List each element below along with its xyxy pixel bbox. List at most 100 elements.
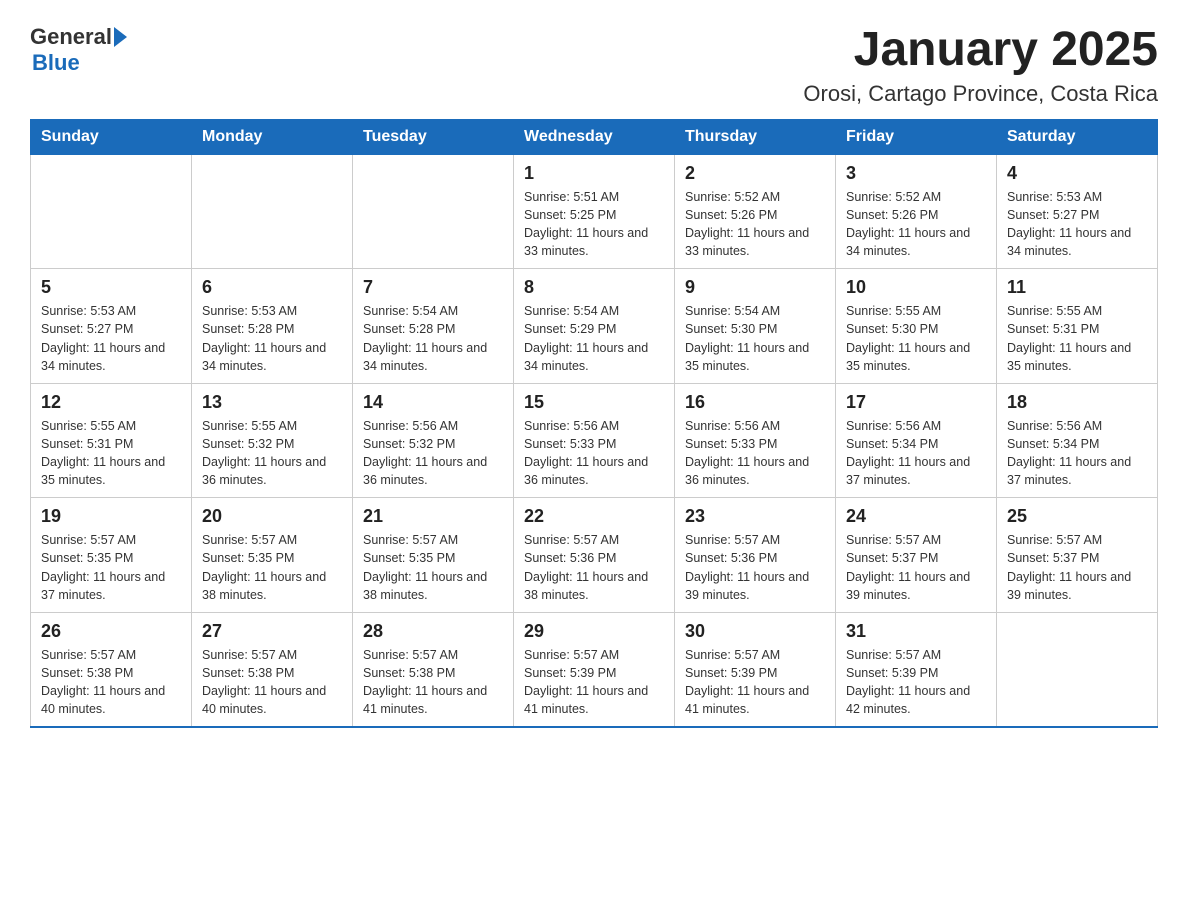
day-info: Sunrise: 5:56 AMSunset: 5:33 PMDaylight:… [685,417,825,490]
day-number: 7 [363,277,503,298]
week-row-5: 26Sunrise: 5:57 AMSunset: 5:38 PMDayligh… [31,612,1158,727]
day-info: Sunrise: 5:57 AMSunset: 5:35 PMDaylight:… [363,531,503,604]
day-info: Sunrise: 5:54 AMSunset: 5:29 PMDaylight:… [524,302,664,375]
day-number: 12 [41,392,181,413]
day-info: Sunrise: 5:55 AMSunset: 5:32 PMDaylight:… [202,417,342,490]
day-info: Sunrise: 5:57 AMSunset: 5:36 PMDaylight:… [685,531,825,604]
day-info: Sunrise: 5:56 AMSunset: 5:33 PMDaylight:… [524,417,664,490]
calendar-cell-w3-d3: 14 Sunrise: 5:56 AMSunset: 5:32 PMDayligh… [353,383,514,498]
calendar-cell-w4-d6: 24 Sunrise: 5:57 AMSunset: 5:37 PMDayligh… [836,498,997,613]
day-info: Sunrise: 5:57 AMSunset: 5:38 PMDaylight:… [202,646,342,719]
day-number: 21 [363,506,503,527]
week-row-1: 1 Sunrise: 5:51 AMSunset: 5:25 PMDaylight… [31,154,1158,269]
calendar-table: SundayMondayTuesdayWednesdayThursdayFrid… [30,119,1158,729]
calendar-cell-w5-d5: 30 Sunrise: 5:57 AMSunset: 5:39 PMDayligh… [675,612,836,727]
day-number: 31 [846,621,986,642]
calendar-cell-w3-d1: 12Sunrise: 5:55 AMSunset: 5:31 PMDayligh… [31,383,192,498]
day-info: Sunrise: 5:52 AMSunset: 5:26 PMDaylight:… [685,188,825,261]
main-title: January 2025 [803,24,1158,77]
day-number: 23 [685,506,825,527]
calendar-cell-w2-d5: 9 Sunrise: 5:54 AMSunset: 5:30 PMDaylight… [675,269,836,384]
day-info: Sunrise: 5:53 AMSunset: 5:28 PMDaylight:… [202,302,342,375]
day-number: 13 [202,392,342,413]
logo-arrow-icon [114,27,127,47]
day-info: Sunrise: 5:52 AMSunset: 5:26 PMDaylight:… [846,188,986,261]
day-info: Sunrise: 5:51 AMSunset: 5:25 PMDaylight:… [524,188,664,261]
day-info: Sunrise: 5:57 AMSunset: 5:37 PMDaylight:… [1007,531,1147,604]
day-number: 4 [1007,163,1147,184]
day-number: 29 [524,621,664,642]
calendar-cell-w2-d6: 10 Sunrise: 5:55 AMSunset: 5:30 PMDayligh… [836,269,997,384]
days-of-week-row: SundayMondayTuesdayWednesdayThursdayFrid… [31,119,1158,154]
calendar-cell-w2-d2: 6Sunrise: 5:53 AMSunset: 5:28 PMDaylight… [192,269,353,384]
calendar-cell-w4-d7: 25 Sunrise: 5:57 AMSunset: 5:37 PMDayligh… [997,498,1158,613]
calendar-cell-w3-d6: 17 Sunrise: 5:56 AMSunset: 5:34 PMDayligh… [836,383,997,498]
day-info: Sunrise: 5:54 AMSunset: 5:28 PMDaylight:… [363,302,503,375]
week-row-2: 5 Sunrise: 5:53 AMSunset: 5:27 PMDaylight… [31,269,1158,384]
calendar-cell-w4-d4: 22 Sunrise: 5:57 AMSunset: 5:36 PMDayligh… [514,498,675,613]
day-info: Sunrise: 5:57 AMSunset: 5:38 PMDaylight:… [41,646,181,719]
day-info: Sunrise: 5:57 AMSunset: 5:35 PMDaylight:… [202,531,342,604]
day-info: Sunrise: 5:57 AMSunset: 5:39 PMDaylight:… [685,646,825,719]
day-info: Sunrise: 5:57 AMSunset: 5:39 PMDaylight:… [846,646,986,719]
day-number: 20 [202,506,342,527]
day-info: Sunrise: 5:54 AMSunset: 5:30 PMDaylight:… [685,302,825,375]
day-number: 15 [524,392,664,413]
calendar-cell-w1-d5: 2 Sunrise: 5:52 AMSunset: 5:26 PMDaylight… [675,154,836,269]
calendar-cell-w5-d1: 26Sunrise: 5:57 AMSunset: 5:38 PMDayligh… [31,612,192,727]
day-number: 10 [846,277,986,298]
calendar-cell-w4-d2: 20 Sunrise: 5:57 AMSunset: 5:35 PMDayligh… [192,498,353,613]
calendar-cell-w5-d7 [997,612,1158,727]
day-info: Sunrise: 5:57 AMSunset: 5:37 PMDaylight:… [846,531,986,604]
day-number: 8 [524,277,664,298]
day-info: Sunrise: 5:56 AMSunset: 5:32 PMDaylight:… [363,417,503,490]
calendar-cell-w4-d1: 19Sunrise: 5:57 AMSunset: 5:35 PMDayligh… [31,498,192,613]
day-number: 24 [846,506,986,527]
header-tuesday: Tuesday [353,119,514,154]
day-info: Sunrise: 5:56 AMSunset: 5:34 PMDaylight:… [846,417,986,490]
calendar-cell-w5-d4: 29 Sunrise: 5:57 AMSunset: 5:39 PMDayligh… [514,612,675,727]
calendar-cell-w1-d3 [353,154,514,269]
calendar-cell-w5-d6: 31 Sunrise: 5:57 AMSunset: 5:39 PMDayligh… [836,612,997,727]
calendar-header: SundayMondayTuesdayWednesdayThursdayFrid… [31,119,1158,154]
calendar-cell-w1-d7: 4Sunrise: 5:53 AMSunset: 5:27 PMDaylight… [997,154,1158,269]
logo: General Blue [30,24,127,76]
calendar-cell-w2-d7: 11Sunrise: 5:55 AMSunset: 5:31 PMDayligh… [997,269,1158,384]
calendar-cell-w2-d4: 8 Sunrise: 5:54 AMSunset: 5:29 PMDaylight… [514,269,675,384]
day-info: Sunrise: 5:57 AMSunset: 5:39 PMDaylight:… [524,646,664,719]
day-number: 14 [363,392,503,413]
day-number: 30 [685,621,825,642]
calendar-cell-w4-d5: 23 Sunrise: 5:57 AMSunset: 5:36 PMDayligh… [675,498,836,613]
day-number: 16 [685,392,825,413]
day-number: 1 [524,163,664,184]
calendar-cell-w3-d2: 13 Sunrise: 5:55 AMSunset: 5:32 PMDayligh… [192,383,353,498]
day-number: 18 [1007,392,1147,413]
day-number: 2 [685,163,825,184]
calendar-cell-w1-d2 [192,154,353,269]
logo-general-text: General [30,24,112,50]
day-info: Sunrise: 5:57 AMSunset: 5:36 PMDaylight:… [524,531,664,604]
calendar-cell-w3-d5: 16 Sunrise: 5:56 AMSunset: 5:33 PMDayligh… [675,383,836,498]
day-info: Sunrise: 5:55 AMSunset: 5:30 PMDaylight:… [846,302,986,375]
calendar-cell-w1-d6: 3Sunrise: 5:52 AMSunset: 5:26 PMDaylight… [836,154,997,269]
day-number: 22 [524,506,664,527]
day-number: 17 [846,392,986,413]
title-block: January 2025 Orosi, Cartago Province, Co… [803,24,1158,107]
calendar-cell-w3-d7: 18Sunrise: 5:56 AMSunset: 5:34 PMDayligh… [997,383,1158,498]
day-number: 19 [41,506,181,527]
calendar-cell-w1-d1 [31,154,192,269]
header-saturday: Saturday [997,119,1158,154]
calendar-cell-w5-d3: 28Sunrise: 5:57 AMSunset: 5:38 PMDayligh… [353,612,514,727]
header-monday: Monday [192,119,353,154]
day-number: 5 [41,277,181,298]
day-info: Sunrise: 5:53 AMSunset: 5:27 PMDaylight:… [41,302,181,375]
calendar-cell-w2-d1: 5 Sunrise: 5:53 AMSunset: 5:27 PMDaylight… [31,269,192,384]
day-number: 25 [1007,506,1147,527]
calendar-cell-w3-d4: 15 Sunrise: 5:56 AMSunset: 5:33 PMDayligh… [514,383,675,498]
week-row-4: 19 Sunrise: 5:57 AMSunset: 5:35 PMDayligh… [31,498,1158,613]
day-number: 9 [685,277,825,298]
day-number: 11 [1007,277,1147,298]
day-info: Sunrise: 5:57 AMSunset: 5:38 PMDaylight:… [363,646,503,719]
subtitle: Orosi, Cartago Province, Costa Rica [803,81,1158,107]
week-row-3: 12Sunrise: 5:55 AMSunset: 5:31 PMDayligh… [31,383,1158,498]
